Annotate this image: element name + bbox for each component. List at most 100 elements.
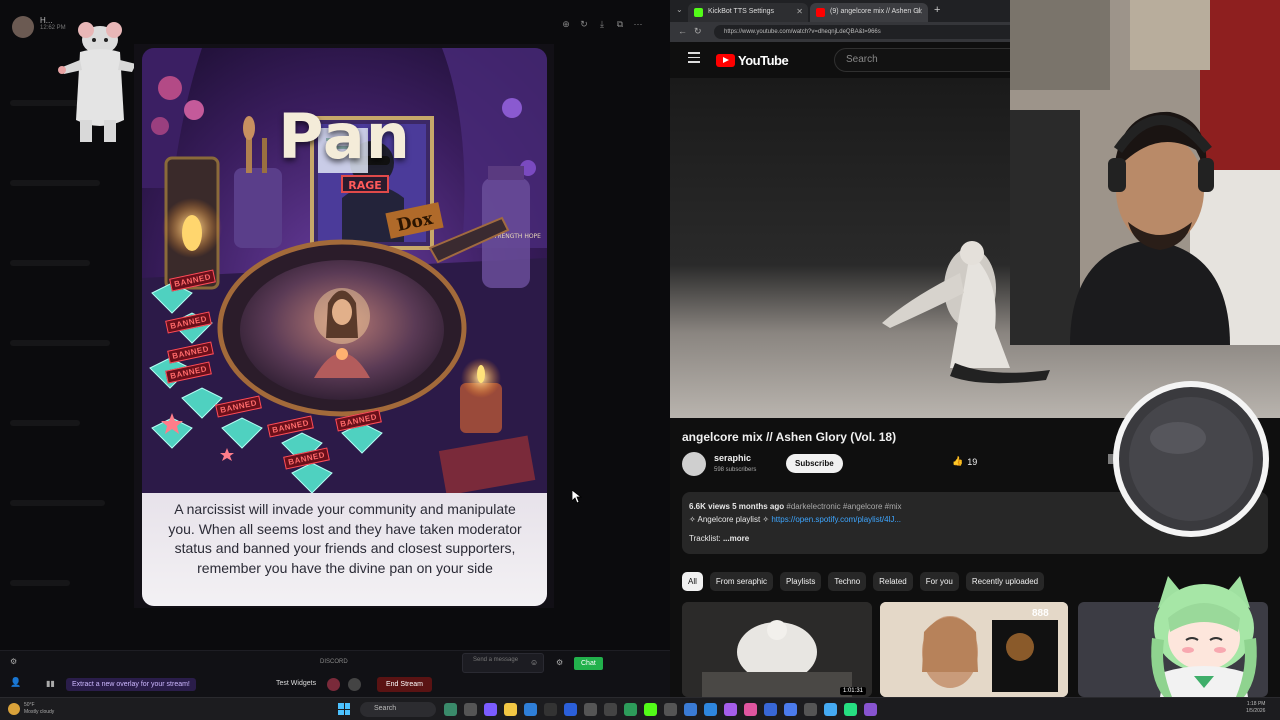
app-icon[interactable] — [744, 703, 757, 716]
more-icon[interactable]: ⋯ — [632, 18, 644, 30]
thumbnail-text: 888 — [1032, 608, 1049, 619]
download-icon[interactable]: ⤓ — [596, 18, 608, 30]
close-tab-icon[interactable]: ✕ — [796, 7, 803, 16]
app-icon[interactable] — [484, 703, 497, 716]
app-icon[interactable] — [584, 703, 597, 716]
app-icon[interactable] — [804, 703, 817, 716]
app-icon[interactable] — [684, 703, 697, 716]
chip-recently-uploaded[interactable]: Recently uploaded — [965, 572, 1045, 591]
tab-label: KickBot TTS Settings — [708, 8, 775, 15]
weather-temp: 50°F — [24, 702, 35, 708]
thumbs-up-icon: 👍 — [952, 456, 964, 466]
file-explorer-icon[interactable] — [504, 703, 517, 716]
back-icon[interactable]: ← — [678, 26, 687, 36]
discord-label: DISCORD — [320, 659, 348, 665]
background-ghost-text — [10, 580, 70, 586]
app-icon[interactable] — [524, 703, 537, 716]
emoji-icon[interactable]: ☺ — [530, 658, 538, 667]
app-icon[interactable] — [784, 703, 797, 716]
app-icon[interactable] — [864, 703, 877, 716]
kick-app-icon[interactable] — [644, 703, 657, 716]
system-clock[interactable]: 1:18 PM 1/5/2026 — [1246, 701, 1265, 715]
tab-kickbot[interactable]: KickBot TTS Settings ✕ — [688, 3, 808, 22]
chip-from-channel[interactable]: From seraphic — [709, 572, 774, 591]
youtube-play-icon — [716, 54, 735, 67]
viewer-toolbar: ⊕ ↻ ⤓ ⧉ ⋯ — [560, 18, 644, 30]
stream-control-bar: ⚙ 👤 ▮▮ DISCORD Extract a new overlay for… — [0, 650, 670, 697]
tab-youtube[interactable]: (9) angelcore mix // Ashen Gl ✕ — [810, 3, 928, 22]
app-icon[interactable] — [844, 703, 857, 716]
open-external-icon[interactable]: ⧉ — [614, 18, 626, 30]
chip-playlists[interactable]: Playlists — [780, 572, 822, 591]
profile-icon[interactable]: 👤 — [10, 677, 21, 688]
app-icon[interactable] — [444, 703, 457, 716]
youtube-icon — [816, 8, 825, 17]
chip-for-you[interactable]: For you — [919, 572, 959, 591]
channel-name[interactable]: seraphic — [714, 453, 751, 463]
video-title: angelcore mix // Ashen Glory (Vol. 18) — [682, 430, 897, 444]
rotate-icon[interactable]: ↻ — [578, 18, 590, 30]
app-icon[interactable] — [764, 703, 777, 716]
windows-start-icon[interactable] — [338, 703, 350, 715]
video-thumbnail[interactable]: 888 — [880, 602, 1068, 697]
rat-mascot-image — [58, 22, 136, 142]
youtube-logo[interactable]: YouTube — [716, 53, 789, 68]
taskbar-app-icons — [444, 703, 877, 716]
vtuber-avatar-overlay — [1151, 576, 1257, 697]
test-widgets-button[interactable]: Test Widgets — [276, 680, 316, 687]
history-icon[interactable] — [348, 678, 361, 691]
subscribe-button[interactable]: Subscribe — [786, 454, 843, 473]
view-count-age: 6.6K views 5 months ago — [689, 502, 785, 511]
app-icon[interactable] — [564, 703, 577, 716]
tracklist-label: Tracklist: — [689, 534, 721, 543]
weather-widget[interactable]: 50°F Mostly cloudy — [24, 702, 54, 716]
thumbnail-image — [682, 602, 872, 697]
close-tab-icon[interactable]: ✕ — [916, 7, 923, 16]
youtube-wordmark: YouTube — [738, 53, 789, 68]
hamburger-menu-icon[interactable] — [688, 52, 700, 66]
windows-taskbar: 50°F Mostly cloudy Search 1:18 PM 1/5/20… — [0, 697, 1280, 720]
playlist-label: ✧ Angelcore playlist ✧ — [689, 515, 770, 524]
reload-icon[interactable]: ↻ — [694, 26, 702, 37]
app-icon[interactable] — [604, 703, 617, 716]
app-icon[interactable] — [464, 703, 477, 716]
playlist-link[interactable]: https://open.spotify.com/playlist/4lJ... — [771, 515, 901, 524]
app-icon[interactable] — [824, 703, 837, 716]
record-icon[interactable] — [327, 678, 340, 691]
video-duration: 1:01:31 — [839, 687, 866, 695]
youtube-search-input[interactable]: Search — [834, 48, 1024, 72]
background-ghost-text — [10, 260, 90, 266]
avatar — [12, 16, 34, 38]
hashtags[interactable]: #darkelectronic #angelcore #mix — [786, 502, 901, 511]
like-count: 19 — [967, 456, 978, 467]
background-ghost-text — [10, 340, 110, 346]
image-viewer: H... 12:62 PM ⊕ ↻ ⤓ ⧉ ⋯ RAGE Dox FAITH S… — [0, 0, 670, 650]
subscriber-count: 598 subscribers — [714, 467, 757, 473]
like-button[interactable]: 👍 19 — [952, 456, 977, 467]
card-description: A narcissist will invade your community … — [168, 501, 522, 576]
app-icon[interactable] — [624, 703, 637, 716]
tab-menu-icon[interactable]: ⌄ — [676, 5, 683, 14]
chat-send-button[interactable]: Chat — [574, 657, 603, 670]
chat-settings-icon[interactable]: ⚙ — [556, 658, 563, 667]
app-icon[interactable] — [544, 703, 557, 716]
app-icon[interactable] — [664, 703, 677, 716]
new-tab-icon[interactable]: + — [934, 4, 940, 16]
chip-techno[interactable]: Techno — [828, 572, 867, 591]
chip-all[interactable]: All — [682, 572, 703, 591]
taskbar-search[interactable]: Search — [360, 702, 436, 717]
stats-icon[interactable]: ▮▮ — [46, 679, 55, 688]
app-icon[interactable] — [704, 703, 717, 716]
clock-date: 1/5/2026 — [1246, 708, 1266, 714]
app-icon[interactable] — [724, 703, 737, 716]
weather-icon[interactable] — [8, 703, 20, 715]
overlay-promo-banner[interactable]: Extract a new overlay for your stream! — [66, 678, 196, 691]
chip-related[interactable]: Related — [873, 572, 913, 591]
zoom-icon[interactable]: ⊕ — [560, 18, 572, 30]
video-thumbnail[interactable]: 1:01:31 — [682, 602, 872, 697]
settings-gear-icon[interactable]: ⚙ — [10, 657, 17, 666]
clock-time: 1:18 PM — [1246, 701, 1266, 707]
channel-avatar[interactable] — [682, 452, 706, 476]
end-stream-button[interactable]: End Stream — [377, 677, 432, 692]
show-more-link[interactable]: ...more — [723, 534, 749, 543]
